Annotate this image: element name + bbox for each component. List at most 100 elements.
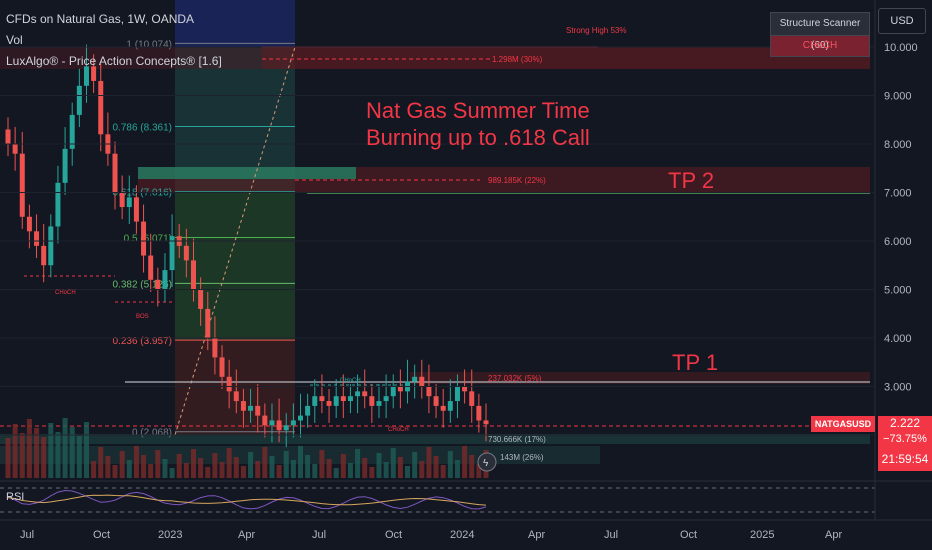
x-axis[interactable]: Jul Oct 2023 Apr Jul Oct 2024 Apr Jul Oct 2025 Apr	[20, 529, 842, 541]
candle-body[interactable]	[162, 270, 168, 290]
symbol-title[interactable]: CFDs on Natural Gas, 1W, OANDA	[6, 12, 194, 26]
fib-level-label: 0.786 (8.361)	[113, 122, 173, 133]
candle-body[interactable]	[340, 396, 346, 402]
candle-body[interactable]	[269, 420, 275, 426]
candle-body[interactable]	[148, 255, 154, 280]
candle-body[interactable]	[19, 153, 25, 217]
candle-body[interactable]	[376, 401, 382, 406]
candle-body[interactable]	[426, 386, 432, 397]
candle-body[interactable]	[76, 85, 82, 115]
candle-body[interactable]	[454, 386, 460, 402]
candle-body[interactable]	[462, 386, 468, 392]
volume-bar	[440, 465, 446, 478]
candle-body[interactable]	[419, 376, 425, 387]
candle-body[interactable]	[397, 386, 403, 392]
candle-body[interactable]	[433, 396, 439, 406]
candle-body[interactable]	[298, 415, 304, 421]
candle-body[interactable]	[412, 376, 418, 382]
volume-bar	[212, 453, 218, 478]
candle-body[interactable]	[26, 216, 32, 232]
candle-body[interactable]	[226, 376, 232, 392]
candle-body[interactable]	[248, 405, 254, 411]
x-tick-label: Apr	[238, 529, 255, 541]
candle-body[interactable]	[126, 197, 132, 208]
candle-body[interactable]	[469, 391, 475, 406]
candle-body[interactable]	[55, 182, 61, 227]
volume-bar	[298, 446, 304, 478]
candle-body[interactable]	[312, 396, 318, 406]
volume-bar	[55, 432, 61, 478]
structure-scanner-panel[interactable]: Structure Scanner (60) CHoCH	[770, 12, 870, 58]
candle-body[interactable]	[91, 66, 97, 81]
candle-body[interactable]	[219, 357, 225, 377]
volume-bar	[347, 463, 353, 478]
candle-body[interactable]	[333, 396, 339, 406]
rsi-label[interactable]: RSI	[6, 491, 24, 503]
candle-body[interactable]	[34, 231, 40, 246]
candle-body[interactable]	[48, 226, 54, 266]
candle-body[interactable]	[83, 66, 89, 86]
volume-bar	[333, 468, 339, 478]
candle-body[interactable]	[362, 391, 368, 397]
volume-bar	[262, 447, 268, 478]
y-tick-label: 10.000	[884, 42, 918, 54]
volume-bar	[390, 448, 396, 478]
candle-body[interactable]	[347, 396, 353, 402]
candle-body[interactable]	[355, 391, 361, 397]
tp2-label: TP 2	[668, 168, 714, 193]
volume-bar	[326, 459, 332, 478]
candle-body[interactable]	[12, 144, 18, 154]
volume-bar	[355, 449, 361, 478]
candle-body[interactable]	[5, 129, 11, 144]
currency-button[interactable]: USD	[878, 8, 926, 34]
luxalgo-indicator-label[interactable]: LuxAlgo® - Price Action Concepts® [1.6]	[6, 54, 222, 68]
y-tick-label: 6.000	[884, 236, 912, 248]
volume-bar	[48, 423, 54, 478]
candle-body[interactable]	[183, 245, 189, 261]
volume-bar	[469, 455, 475, 478]
candle-body[interactable]	[326, 401, 332, 406]
candle-body[interactable]	[155, 279, 161, 290]
candle-body[interactable]	[190, 260, 196, 290]
candle-body[interactable]	[276, 420, 282, 431]
volume-bar	[340, 454, 346, 478]
candle-body[interactable]	[262, 415, 268, 426]
candle-body[interactable]	[240, 401, 246, 411]
volume-indicator-label[interactable]: Vol	[6, 33, 23, 47]
volume-bar	[383, 462, 389, 478]
candle-body[interactable]	[133, 197, 139, 222]
volume-bar	[454, 460, 460, 478]
volume-bar	[312, 464, 318, 478]
candle-body[interactable]	[119, 192, 125, 208]
candle-body[interactable]	[255, 405, 261, 416]
candle-body[interactable]	[205, 308, 211, 338]
candle-body[interactable]	[198, 289, 204, 309]
candle-body[interactable]	[283, 425, 289, 431]
x-tick-label: 2025	[750, 529, 774, 541]
volume-bar	[91, 461, 97, 478]
candle-body[interactable]	[440, 405, 446, 411]
candle-body[interactable]	[476, 405, 482, 421]
candle-body[interactable]	[233, 391, 239, 402]
candle-body[interactable]	[319, 396, 325, 402]
volume-bar	[412, 452, 418, 478]
candle-body[interactable]	[112, 153, 118, 193]
candle-body[interactable]	[383, 396, 389, 402]
candle-body[interactable]	[447, 401, 453, 411]
chart-canvas[interactable]: 1 (10.074)0.786 (8.361)0.618 (7.016)0.5 …	[0, 0, 932, 550]
candle-body[interactable]	[41, 245, 47, 266]
candle-body[interactable]	[141, 221, 147, 256]
candle-body[interactable]	[369, 396, 375, 406]
choch-label-1: CHoCH	[55, 290, 76, 296]
x-tick-label: Oct	[93, 529, 110, 541]
price-change: −73.75%	[878, 431, 932, 447]
volume-bar	[12, 424, 18, 478]
candle-body[interactable]	[212, 338, 218, 358]
candle-body[interactable]	[305, 405, 311, 416]
headline-line2: Burning up to .618 Call	[366, 125, 590, 150]
candle-body[interactable]	[62, 148, 68, 183]
candle-body[interactable]	[290, 420, 296, 426]
candle-body[interactable]	[390, 386, 396, 397]
candle-body[interactable]	[98, 80, 104, 135]
candle-body[interactable]	[483, 420, 489, 425]
